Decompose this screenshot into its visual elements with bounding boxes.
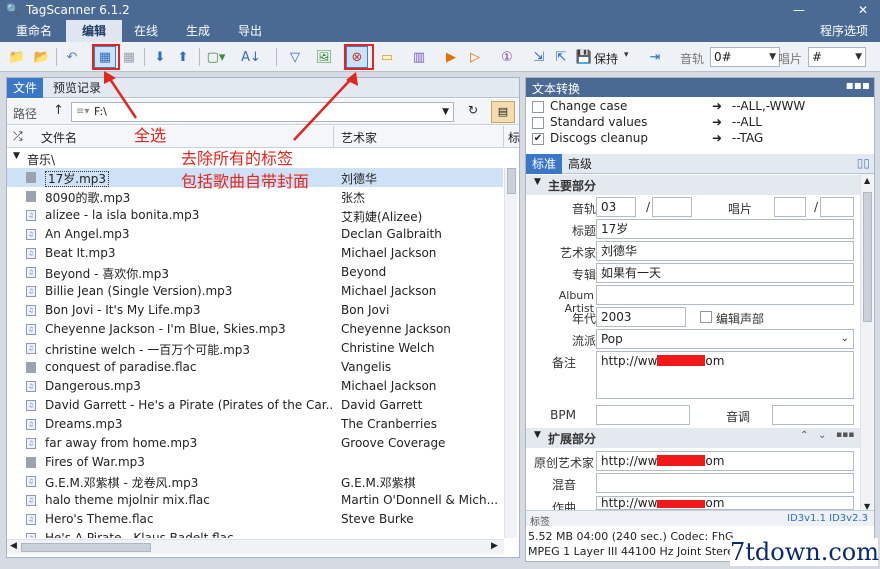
annotation-arrows [104,71,358,141]
annotation-remove-cover: 包括歌曲自带封面 [181,172,310,191]
watermark: 7tdown.com [730,538,880,566]
annotation-remove-tags: 去除所有的标签 [181,149,294,168]
annotation-arrow-select-all [106,75,138,119]
annotation-arrowhead [104,71,116,84]
annotation-select-all: 全选 [134,126,167,145]
annotation-arrow-remove-tags [293,77,353,141]
